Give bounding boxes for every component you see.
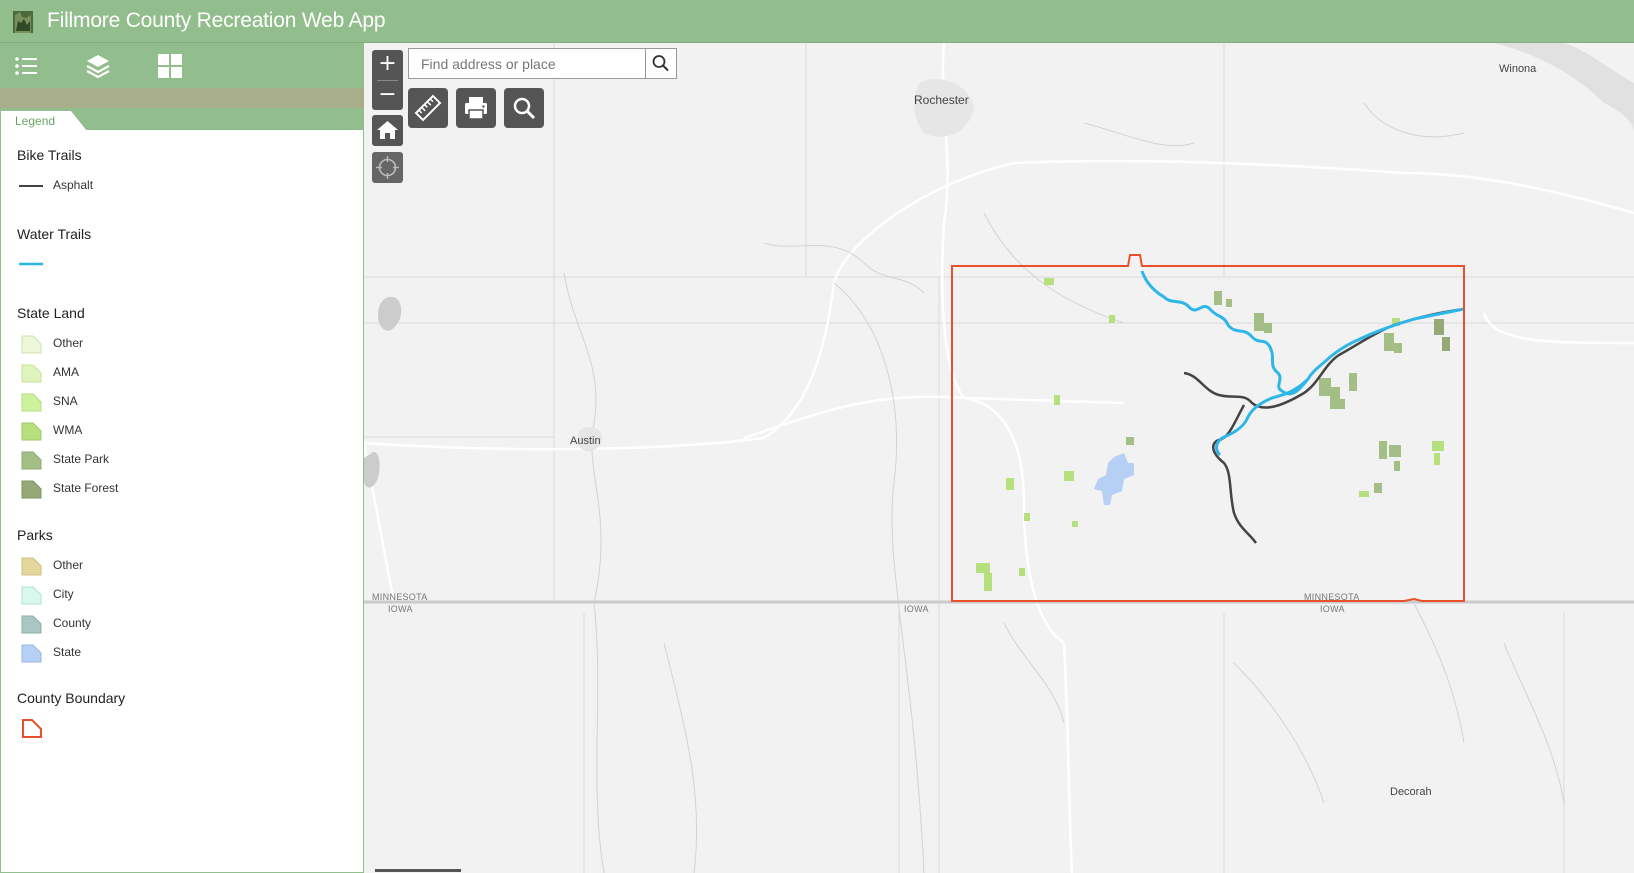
map-label-decorah: Decorah xyxy=(1390,786,1432,798)
polygon-swatch-icon xyxy=(21,451,42,470)
map-label-iowa: IOWA xyxy=(1320,604,1345,614)
panel-toolbar xyxy=(0,43,364,88)
legend-section-county-boundary: County Boundary xyxy=(17,690,126,706)
measure-button[interactable] xyxy=(408,88,448,128)
map-label-iowa: IOWA xyxy=(388,604,413,614)
printer-icon xyxy=(465,97,487,120)
polygon-swatch-icon xyxy=(21,364,42,383)
polygon-swatch-icon xyxy=(21,557,42,576)
app-title: Fillmore County Recreation Web App xyxy=(47,9,386,32)
zoom-control: + − xyxy=(372,50,403,110)
legend-item-label: City xyxy=(53,587,74,601)
map-label-winona: Winona xyxy=(1499,63,1537,75)
map-label-iowa: IOWA xyxy=(904,604,929,614)
search-button[interactable] xyxy=(645,48,677,79)
legend-item-label: Other xyxy=(53,558,84,572)
zoom-out-button[interactable]: − xyxy=(372,81,403,110)
layers-toolbar-button[interactable] xyxy=(84,52,112,80)
my-location-button[interactable] xyxy=(372,152,403,183)
polygon-swatch-icon xyxy=(21,335,42,354)
map-label-austin: Austin xyxy=(570,435,601,447)
legend-item-label: State xyxy=(53,645,82,659)
grid-icon xyxy=(158,54,182,78)
legend-item-label: County xyxy=(53,616,92,630)
map-label-rochester: Rochester xyxy=(914,93,969,107)
polygon-swatch-icon xyxy=(21,480,42,499)
polygon-swatch-icon xyxy=(21,644,42,663)
locate-icon xyxy=(376,156,399,179)
legend-section-parks: Parks xyxy=(17,527,53,543)
basemap-canvas[interactable] xyxy=(364,43,1634,873)
map-view[interactable]: Rochester Winona Austin Decorah MINNESOT… xyxy=(364,43,1634,873)
county-boundary-swatch xyxy=(22,719,42,738)
app-header: Fillmore County Recreation Web App xyxy=(0,0,1634,43)
minnesota-state-icon xyxy=(13,11,33,33)
search-input[interactable] xyxy=(408,48,646,79)
scale-bar xyxy=(375,869,461,872)
legend-item-label: AMA xyxy=(53,365,80,379)
basemap-gallery-toolbar-button[interactable] xyxy=(156,52,184,80)
zoom-in-button[interactable]: + xyxy=(372,50,403,79)
polygon-swatch-icon xyxy=(21,393,42,412)
map-label-minnesota: MINNESOTA xyxy=(1304,592,1360,602)
legend-toolbar-button[interactable] xyxy=(12,52,40,80)
magnifier-icon xyxy=(513,97,536,120)
tab-legend[interactable]: Legend xyxy=(15,114,55,128)
list-icon xyxy=(15,57,37,75)
legend-item-label: SNA xyxy=(53,394,78,408)
query-button[interactable] xyxy=(504,88,544,128)
legend-section-water-trails: Water Trails xyxy=(17,226,92,242)
legend-item-label: State Park xyxy=(53,452,110,466)
asphalt-line-swatch xyxy=(19,185,43,187)
polygon-swatch-icon xyxy=(21,422,42,441)
legend-section-state-land: State Land xyxy=(17,305,85,321)
polygon-swatch-icon xyxy=(21,615,42,634)
print-button[interactable] xyxy=(456,88,496,128)
legend-item-label: WMA xyxy=(53,423,83,437)
legend-section-bike-trails: Bike Trails xyxy=(17,147,82,163)
ruler-icon xyxy=(414,94,442,122)
home-button[interactable] xyxy=(372,115,403,146)
water-trail-line-swatch xyxy=(19,262,43,266)
legend-panel: Legend Bike Trails Asphalt Water Trails … xyxy=(0,108,364,873)
search-icon xyxy=(652,55,669,72)
layers-icon xyxy=(86,55,110,79)
map-label-minnesota: MINNESOTA xyxy=(372,592,428,602)
home-icon xyxy=(377,121,398,139)
legend-item-label: State Forest xyxy=(53,481,119,495)
legend-item-label: Other xyxy=(53,336,84,350)
panel-divider xyxy=(0,88,364,108)
polygon-swatch-icon xyxy=(21,586,42,605)
legend-item-label: Asphalt xyxy=(53,178,94,192)
